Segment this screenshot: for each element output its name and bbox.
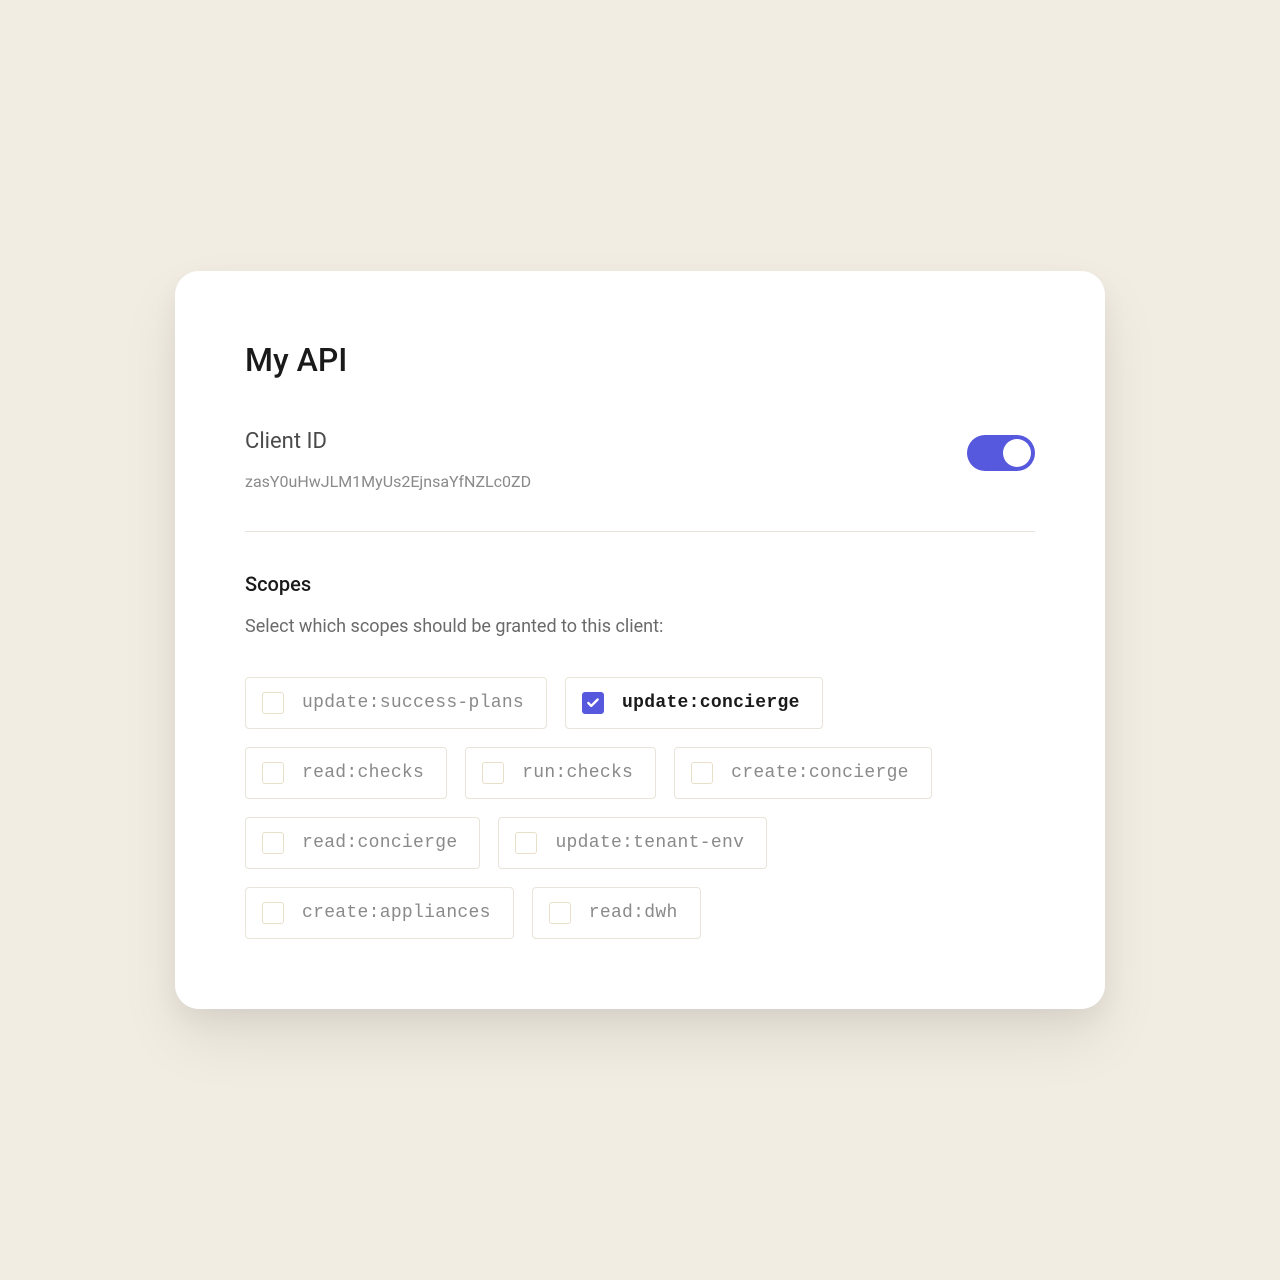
scope-chip[interactable]: create:appliances — [245, 887, 514, 939]
client-enabled-toggle[interactable] — [967, 435, 1035, 471]
scope-chip[interactable]: create:concierge — [674, 747, 932, 799]
checkbox[interactable] — [691, 762, 713, 784]
scope-chip[interactable]: run:checks — [465, 747, 656, 799]
page-title: My API — [245, 341, 1035, 379]
scope-chip[interactable]: read:checks — [245, 747, 447, 799]
scope-label: read:concierge — [302, 833, 457, 853]
scopes-heading: Scopes — [245, 572, 1035, 596]
scope-label: read:checks — [302, 763, 424, 783]
checkbox[interactable] — [582, 692, 604, 714]
scope-chip[interactable]: update:tenant-env — [498, 817, 767, 869]
checkbox[interactable] — [262, 902, 284, 924]
scope-chip[interactable]: update:concierge — [565, 677, 823, 729]
scope-label: update:tenant-env — [555, 833, 744, 853]
checkbox[interactable] — [482, 762, 504, 784]
checkbox[interactable] — [262, 692, 284, 714]
checkbox[interactable] — [262, 762, 284, 784]
checkbox[interactable] — [515, 832, 537, 854]
scopes-description: Select which scopes should be granted to… — [245, 616, 1035, 637]
scope-chip[interactable]: read:concierge — [245, 817, 480, 869]
scope-chip[interactable]: update:success-plans — [245, 677, 547, 729]
scope-label: update:concierge — [622, 693, 800, 713]
scopes-list: update:success-plans update:concierge read… — [245, 677, 1035, 939]
client-id-value: zasY0uHwJLM1MyUs2EjnsaYfNZLc0ZD — [245, 472, 531, 491]
scope-label: run:checks — [522, 763, 633, 783]
scope-label: update:success-plans — [302, 693, 524, 713]
checkbox[interactable] — [549, 902, 571, 924]
scope-label: create:appliances — [302, 903, 491, 923]
scope-label: read:dwh — [589, 903, 678, 923]
client-id-section: Client ID zasY0uHwJLM1MyUs2EjnsaYfNZLc0Z… — [245, 429, 531, 491]
checkbox[interactable] — [262, 832, 284, 854]
toggle-knob — [1003, 439, 1031, 467]
scopes-section: Scopes Select which scopes should be gra… — [245, 572, 1035, 939]
scope-chip[interactable]: read:dwh — [532, 887, 701, 939]
api-settings-card: My API Client ID zasY0uHwJLM1MyUs2EjnsaY… — [175, 271, 1105, 1009]
scope-label: create:concierge — [731, 763, 909, 783]
check-icon — [586, 696, 600, 710]
client-id-row: Client ID zasY0uHwJLM1MyUs2EjnsaYfNZLc0Z… — [245, 429, 1035, 532]
client-id-label: Client ID — [245, 429, 531, 454]
